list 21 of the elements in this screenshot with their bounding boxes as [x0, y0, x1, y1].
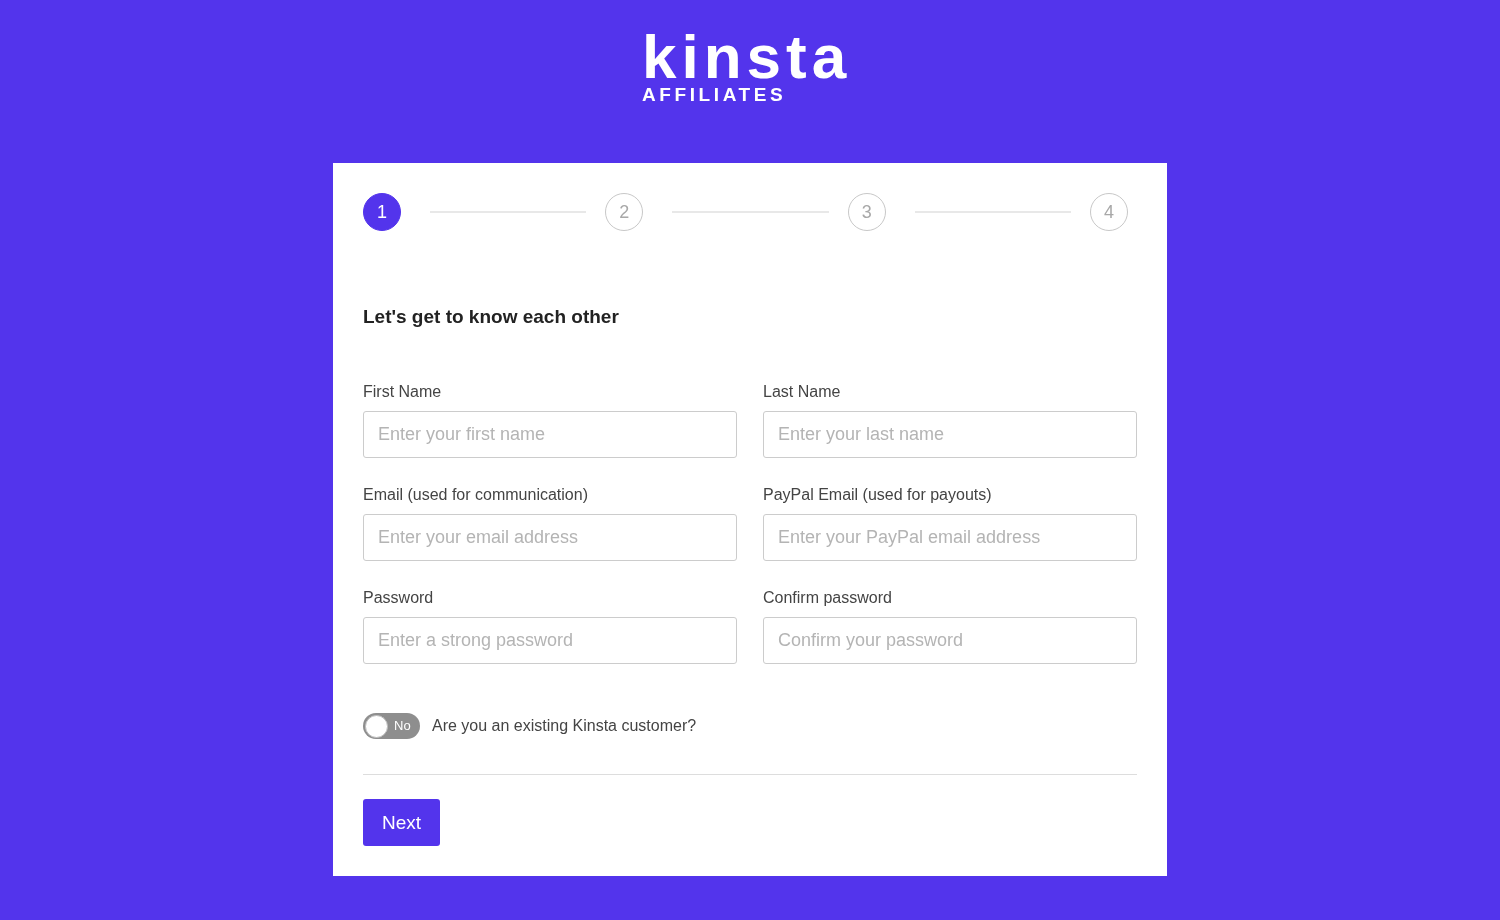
- form-heading: Let's get to know each other: [363, 305, 619, 329]
- logo-wordmark: kinsta: [642, 28, 852, 86]
- text-input[interactable]: Enter your first name: [363, 411, 737, 458]
- text-input[interactable]: Enter your last name: [763, 411, 1137, 458]
- text-input[interactable]: Enter your email address: [363, 514, 737, 561]
- step-indicator: 3: [847, 193, 886, 231]
- step-indicator: 2: [605, 193, 644, 231]
- field-label: First Name: [363, 382, 442, 402]
- next-button[interactable]: Next: [363, 799, 441, 846]
- field-label: PayPal Email (used for payouts): [763, 485, 992, 505]
- text-input[interactable]: Enter a strong password: [363, 617, 737, 664]
- logo-subtitle: AFFILIATES: [642, 84, 787, 106]
- field-label: Email (used for communication): [363, 485, 588, 505]
- step-indicator: 1: [363, 193, 401, 231]
- text-input[interactable]: Confirm your password: [763, 617, 1137, 664]
- text-input[interactable]: Enter your PayPal email address: [763, 514, 1137, 561]
- step-indicator: 4: [1090, 193, 1128, 231]
- toggle-label: Are you an existing Kinsta customer?: [432, 717, 697, 735]
- field-label: Confirm password: [763, 588, 892, 608]
- field-label: Password: [363, 588, 434, 608]
- field-label: Last Name: [763, 382, 841, 402]
